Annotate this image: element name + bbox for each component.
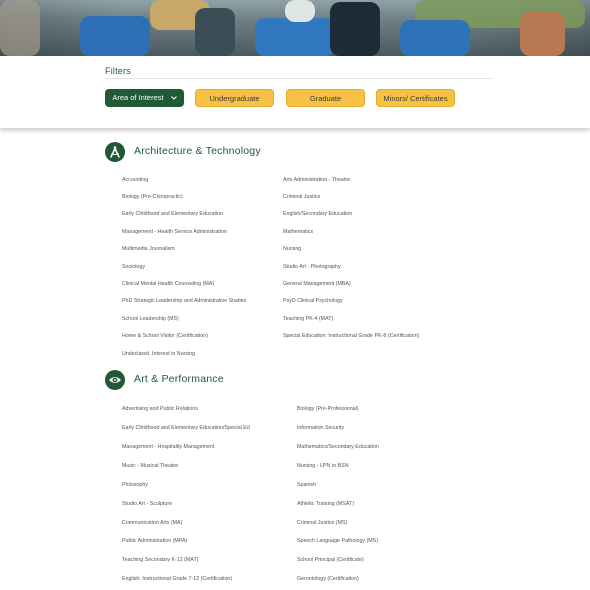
section-title: Art & Performance <box>134 373 224 385</box>
program-link[interactable]: Biology (Pre-Professional) <box>297 406 359 412</box>
program-link[interactable]: Accounting <box>122 177 148 183</box>
area-of-interest-label: Area of Interest <box>112 93 164 102</box>
minors-certificates-filter-button[interactable]: Minors/ Certificates <box>376 89 455 107</box>
program-link[interactable]: Biology (Pre-Chiropractic) <box>122 194 183 200</box>
program-link[interactable]: Teaching Secondary K-12 (MAT) <box>122 557 198 563</box>
area-of-interest-dropdown[interactable]: Area of Interest <box>105 89 184 107</box>
program-link[interactable]: Multimedia Journalism <box>122 246 175 252</box>
program-link[interactable]: Sociology <box>122 264 145 270</box>
program-link[interactable]: Nursing - LPN to BSN <box>297 463 349 469</box>
program-link[interactable]: Clinical Mental Health Counseling (MA) <box>122 281 214 287</box>
program-link[interactable]: Arts Administration - Theatre <box>283 177 350 183</box>
program-link[interactable]: PsyD Clinical Psychology <box>283 298 343 304</box>
program-link[interactable]: Public Administration (MPA) <box>122 538 187 544</box>
program-link[interactable]: Athletic Training (MSAT) <box>297 501 354 507</box>
program-link[interactable]: Studio Art - Photography <box>283 264 341 270</box>
program-link[interactable]: Philosophy <box>122 482 148 488</box>
program-link[interactable]: Early Childhood and Elementary Education <box>122 211 223 217</box>
program-link[interactable]: Mathematics/Secondary Education <box>297 444 379 450</box>
filters-title: Filters <box>105 66 131 76</box>
program-link[interactable]: General Management (MBA) <box>283 281 351 287</box>
eye-icon <box>105 370 125 390</box>
program-link[interactable]: English: Instructional Grade 7-12 (Certi… <box>122 576 232 582</box>
program-link[interactable]: Information Security <box>297 425 344 431</box>
section-title: Architecture & Technology <box>134 145 261 157</box>
program-link[interactable]: Music - Musical Theatre <box>122 463 178 469</box>
program-link[interactable]: Spanish <box>297 482 316 488</box>
filters-divider <box>105 78 493 79</box>
program-link[interactable]: School Leadership (MS) <box>122 316 179 322</box>
program-link[interactable]: English/Secondary Education <box>283 211 352 217</box>
program-link[interactable]: Speech Language Pathology (MS) <box>297 538 378 544</box>
filters-panel: Filters Area of Interest Undergraduate G… <box>0 56 590 128</box>
program-link[interactable]: Home & School Visitor (Certification) <box>122 333 208 339</box>
compass-icon <box>105 142 125 162</box>
program-link[interactable]: Early Childhood and Elementary Education… <box>122 425 250 431</box>
program-link[interactable]: Advertising and Public Relations <box>122 406 198 412</box>
program-link[interactable]: Management - Health Service Administrati… <box>122 229 227 235</box>
program-link[interactable]: Teaching PK-4 (MAT) <box>283 316 333 322</box>
program-link[interactable]: School Principal (Certificate) <box>297 557 364 563</box>
program-link[interactable]: Undeclared, Interest in Nursing <box>122 351 195 357</box>
program-link[interactable]: Mathematics <box>283 229 313 235</box>
program-link[interactable]: Criminal Justice (MS) <box>297 520 347 526</box>
chevron-down-icon <box>170 90 177 108</box>
program-link[interactable]: Gerontology (Certification) <box>297 576 359 582</box>
program-link[interactable]: Criminal Justice <box>283 194 320 200</box>
graduate-filter-button[interactable]: Graduate <box>286 89 365 107</box>
hero-banner-photo <box>0 0 590 56</box>
program-link[interactable]: Nursing <box>283 246 301 252</box>
program-link[interactable]: Management - Hospitality Management <box>122 444 214 450</box>
program-link[interactable]: PhD Strategic Leadership and Administrat… <box>122 298 246 304</box>
program-link[interactable]: Communication Arts (MA) <box>122 520 182 526</box>
program-link[interactable]: Studio Art - Sculpture <box>122 501 172 507</box>
undergraduate-filter-button[interactable]: Undergraduate <box>195 89 274 107</box>
program-link[interactable]: Special Education: Instructional Grade P… <box>283 333 419 339</box>
